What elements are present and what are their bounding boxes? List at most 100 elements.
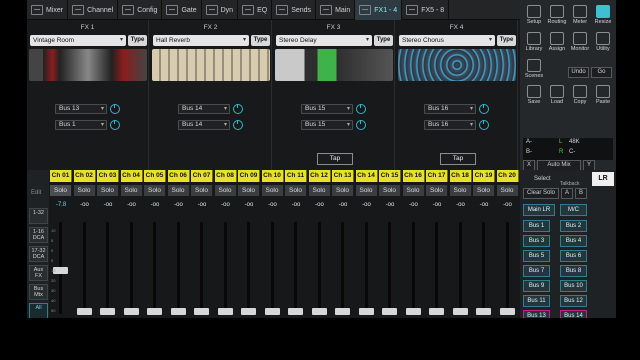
fx-bus-send-a[interactable]: Bus 15	[301, 104, 353, 114]
routing-button[interactable]: Routing	[545, 4, 569, 31]
fader-track[interactable]	[176, 222, 180, 314]
go-button[interactable]: Go	[591, 67, 612, 78]
fader-cap[interactable]	[147, 308, 162, 315]
talkback-a-button[interactable]: A	[561, 188, 573, 199]
fader-track[interactable]	[435, 222, 438, 314]
fader-cap[interactable]	[499, 308, 515, 315]
tab-sends[interactable]: Sends	[272, 0, 317, 20]
fx-unit-image[interactable]	[29, 49, 147, 81]
tab-main[interactable]: Main	[316, 0, 356, 20]
fader-track[interactable]	[317, 222, 321, 314]
channel-name-button[interactable]: Ch 07	[191, 170, 213, 182]
nav-17-32-dca[interactable]: 17-32 DCA	[29, 246, 48, 262]
fader-cap[interactable]	[476, 308, 491, 315]
paste-button[interactable]: Paste	[591, 84, 615, 111]
talkback-b-button[interactable]: B	[575, 188, 587, 199]
fader-track[interactable]	[364, 222, 368, 314]
channel-name-button[interactable]: Ch 20	[496, 170, 519, 182]
fader-cap[interactable]	[452, 308, 468, 315]
fx-unit-image[interactable]	[152, 49, 270, 81]
fx-send-knob-b[interactable]	[233, 120, 243, 130]
solo-button[interactable]: Solo	[214, 185, 237, 196]
fader-cap[interactable]	[382, 308, 397, 315]
fader-track[interactable]	[247, 222, 250, 314]
fader-track[interactable]	[129, 222, 133, 314]
fader-cap[interactable]	[311, 308, 327, 315]
library-button[interactable]: Library	[522, 31, 546, 58]
tab-dyn[interactable]: Dyn	[202, 0, 239, 20]
bus-button-14[interactable]: Bus 14	[560, 310, 587, 318]
fx-send-knob-b[interactable]	[356, 120, 366, 130]
solo-button[interactable]: Solo	[332, 185, 354, 196]
fx-send-knob-a[interactable]	[356, 104, 366, 114]
fx-bus-send-a[interactable]: Bus 13	[55, 104, 107, 114]
fx-preset-select[interactable]: Stereo Delay	[276, 35, 372, 46]
tab-channel[interactable]: Channel	[68, 0, 119, 20]
bus-button-7[interactable]: Bus 7	[523, 265, 550, 277]
fader-track[interactable]	[458, 222, 462, 314]
solo-button[interactable]: Solo	[379, 185, 401, 196]
resize-button[interactable]: Resize	[591, 4, 615, 31]
channel-name-button[interactable]: Ch 08	[214, 170, 237, 182]
fader-track[interactable]	[505, 222, 509, 314]
utility-button[interactable]: Utility	[591, 31, 615, 58]
copy-button[interactable]: Copy	[568, 84, 592, 111]
fx-send-knob-b[interactable]	[479, 120, 489, 130]
channel-name-button[interactable]: Ch 19	[473, 170, 495, 182]
fx-type-button[interactable]: Type	[374, 35, 393, 46]
meter-button[interactable]: Meter	[568, 4, 592, 31]
tab-gate[interactable]: Gate	[162, 0, 202, 20]
bus-button-6[interactable]: Bus 6	[560, 250, 587, 262]
fx-send-knob-a[interactable]	[479, 104, 489, 114]
fx-unit-image[interactable]	[398, 49, 516, 81]
fx-bus-send-b[interactable]: Bus 1	[55, 120, 107, 130]
fx-send-knob-a[interactable]	[233, 104, 243, 114]
nav-1-32[interactable]: 1-32	[29, 208, 48, 224]
channel-name-button[interactable]: Ch 02	[73, 170, 96, 182]
assign-button[interactable]: Assign	[545, 31, 569, 58]
fader-cap[interactable]	[241, 308, 256, 315]
nav-all[interactable]: All	[29, 303, 48, 318]
load-button[interactable]: Load	[545, 84, 569, 111]
setup-button[interactable]: Setup	[522, 4, 546, 31]
bus-button-5[interactable]: Bus 5	[523, 250, 550, 262]
fader-cap[interactable]	[264, 308, 280, 315]
bus-button-4[interactable]: Bus 4	[560, 235, 587, 247]
fader-track[interactable]	[223, 222, 227, 314]
fader-cap[interactable]	[405, 308, 421, 315]
channel-name-button[interactable]: Ch 17	[426, 170, 448, 182]
solo-button[interactable]: Solo	[191, 185, 213, 196]
tab-eq[interactable]: EQ	[238, 0, 273, 20]
fader-track[interactable]	[153, 222, 156, 314]
solo-button[interactable]: Solo	[449, 185, 472, 196]
fader-track[interactable]	[200, 222, 203, 314]
fader-track[interactable]	[294, 222, 297, 314]
fx-bus-send-b[interactable]: Bus 15	[301, 120, 353, 130]
fader-cap[interactable]	[429, 308, 444, 315]
fx-bus-send-b[interactable]: Bus 14	[178, 120, 230, 130]
solo-button[interactable]: Solo	[355, 185, 378, 196]
fx-preset-select[interactable]: Stereo Chorus	[399, 35, 495, 46]
clear-solo-button[interactable]: Clear Solo	[523, 188, 559, 199]
channel-name-button[interactable]: Ch 06	[167, 170, 190, 182]
fx-send-knob-a[interactable]	[110, 104, 120, 114]
fx-bus-send-a[interactable]: Bus 16	[424, 104, 476, 114]
tab-mixer[interactable]: Mixer	[27, 0, 69, 20]
fader-cap[interactable]	[335, 308, 350, 315]
fader-cap[interactable]	[170, 308, 186, 315]
scenes-button[interactable]: Scenes	[522, 58, 546, 85]
fx-type-button[interactable]: Type	[497, 35, 516, 46]
monitor-button[interactable]: Monitor	[568, 31, 592, 58]
fader-cap[interactable]	[217, 308, 233, 315]
save-button[interactable]: Save	[522, 84, 546, 111]
channel-name-button[interactable]: Ch 09	[238, 170, 260, 182]
fader-cap[interactable]	[288, 308, 303, 315]
bus-button-12[interactable]: Bus 12	[560, 295, 587, 307]
mc-button[interactable]: M/C	[560, 204, 587, 216]
channel-name-button[interactable]: Ch 18	[449, 170, 472, 182]
channel-name-button[interactable]: Ch 15	[379, 170, 401, 182]
channel-name-button[interactable]: Ch 01	[50, 170, 72, 182]
fader-cap[interactable]	[358, 308, 374, 315]
fx-bus-send-b[interactable]: Bus 16	[424, 120, 476, 130]
channel-name-button[interactable]: Ch 12	[308, 170, 331, 182]
